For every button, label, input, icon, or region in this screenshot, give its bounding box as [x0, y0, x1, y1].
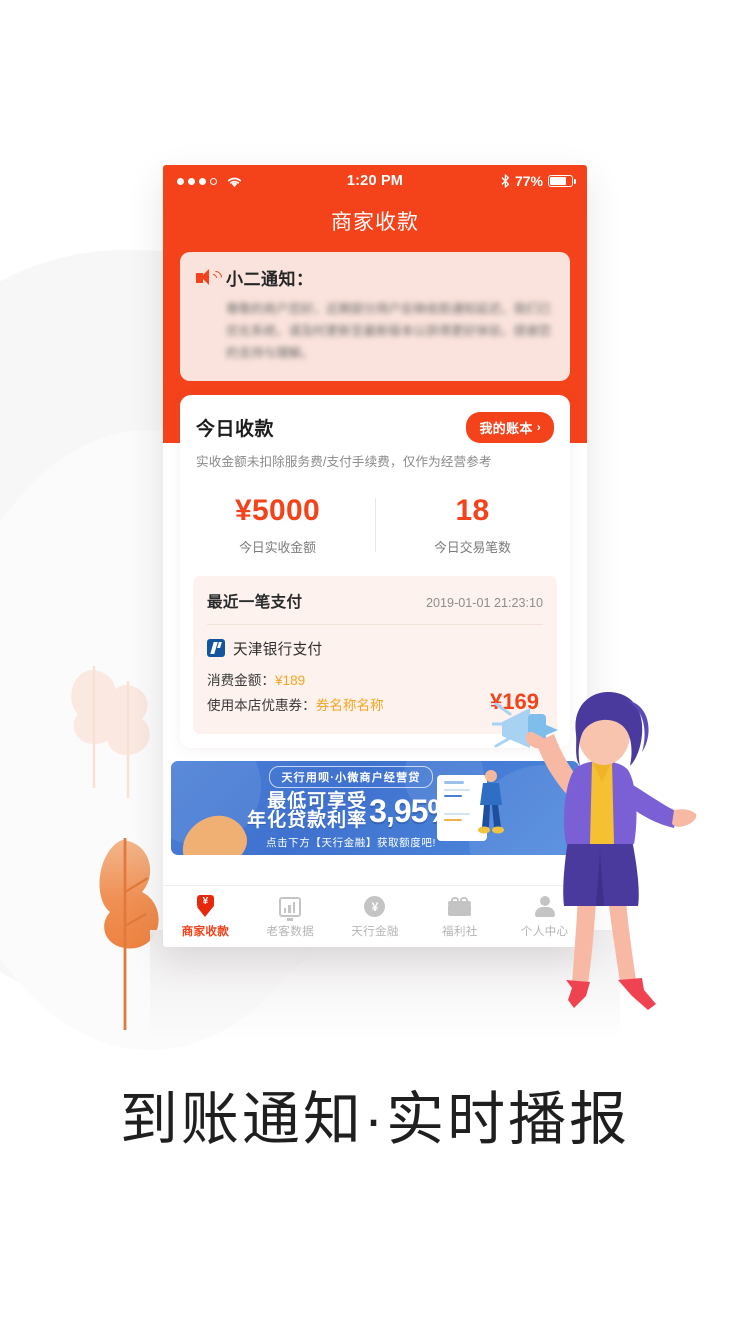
down-arrow-yen-icon: ¥: [163, 894, 248, 919]
recent-payment-datetime: 2019-01-01 21:23:10: [426, 595, 543, 610]
payment-coupon-row: 使用本店优惠券：券名称名称: [207, 693, 384, 718]
notice-body: 尊敬的商户您好，近期部分用户反映收款通知延迟，我们已优化系统，请及时更新至最新版…: [226, 302, 552, 360]
chevron-right-icon: ›: [536, 420, 541, 435]
caption-text: 到账通知·实时播报: [119, 1087, 631, 1152]
payment-amount-row: 消费金额：¥189: [207, 668, 384, 693]
page-title: 商家收款: [163, 197, 587, 252]
stat-label: 今日交易笔数: [434, 539, 511, 555]
status-time: 1:20 PM: [346, 173, 404, 189]
stat-value: ¥5000: [235, 493, 320, 527]
tab-label: 商家收款: [181, 924, 230, 938]
today-income-subtitle: 实收金额未扣除服务费/支付手续费，仅作为经营参考: [196, 454, 492, 469]
woman-with-megaphone-illustration: [492, 692, 697, 1010]
banner-footer: 点击下方【天行金融】获取额度吧!: [265, 837, 437, 850]
stat-today-amount: ¥5000 今日实收金额: [180, 494, 375, 556]
stats-row: ¥5000 今日实收金额 18 今日交易笔数: [180, 494, 570, 556]
orange-header: 小二通知： 尊敬的商户您好，近期部分用户反映收款通知延迟，我们已优化系统，请及时…: [163, 252, 587, 443]
tab-merchant-收款[interactable]: ¥ 商家收款: [163, 894, 248, 939]
payment-coupon-value: 券名称名称: [315, 697, 384, 713]
stat-label: 今日实收金额: [239, 539, 316, 555]
tab-finance[interactable]: ¥ 天行金融: [333, 895, 418, 939]
banner-headline-line2: 年化贷款利率: [247, 809, 368, 831]
banner-headline-line1: 最低可享受: [267, 790, 368, 812]
stat-today-count: 18 今日交易笔数: [375, 494, 570, 556]
my-ledger-button[interactable]: 我的账本 ›: [465, 411, 554, 443]
notice-title: 小二通知：: [226, 270, 314, 289]
notice-card[interactable]: 小二通知： 尊敬的商户您好，近期部分用户反映收款通知延迟，我们已优化系统，请及时…: [180, 252, 570, 381]
yen-circle-icon: ¥: [333, 895, 418, 919]
recent-payment-title: 最近一笔支付: [207, 593, 303, 611]
tab-customer-data[interactable]: 老客数据: [248, 895, 333, 939]
today-income-title: 今日收款: [196, 418, 275, 440]
payment-method-name: 天津银行支付: [233, 641, 323, 658]
gift-icon: [417, 895, 502, 919]
stat-value: 18: [455, 493, 490, 527]
tianjin-bank-logo-icon: [207, 639, 225, 658]
my-ledger-label: 我的账本: [479, 420, 533, 436]
speaker-icon: [196, 268, 225, 287]
bar-chart-icon: [248, 895, 333, 921]
payment-coupon-label: 使用本店优惠券：: [207, 697, 316, 713]
tab-label: 福利社: [441, 924, 478, 938]
payment-amount-label: 消费金额：: [207, 672, 275, 688]
tab-welfare[interactable]: 福利社: [417, 895, 502, 939]
tab-label: 老客数据: [266, 924, 314, 938]
banner-pill-label: 天行用呗·小微商户经营贷: [269, 765, 433, 788]
battery-icon: [548, 175, 576, 187]
payment-amount-value: ¥189: [274, 672, 306, 688]
status-bar: 1:20 PM 77%: [163, 165, 587, 197]
tab-label: 天行金融: [351, 924, 399, 938]
